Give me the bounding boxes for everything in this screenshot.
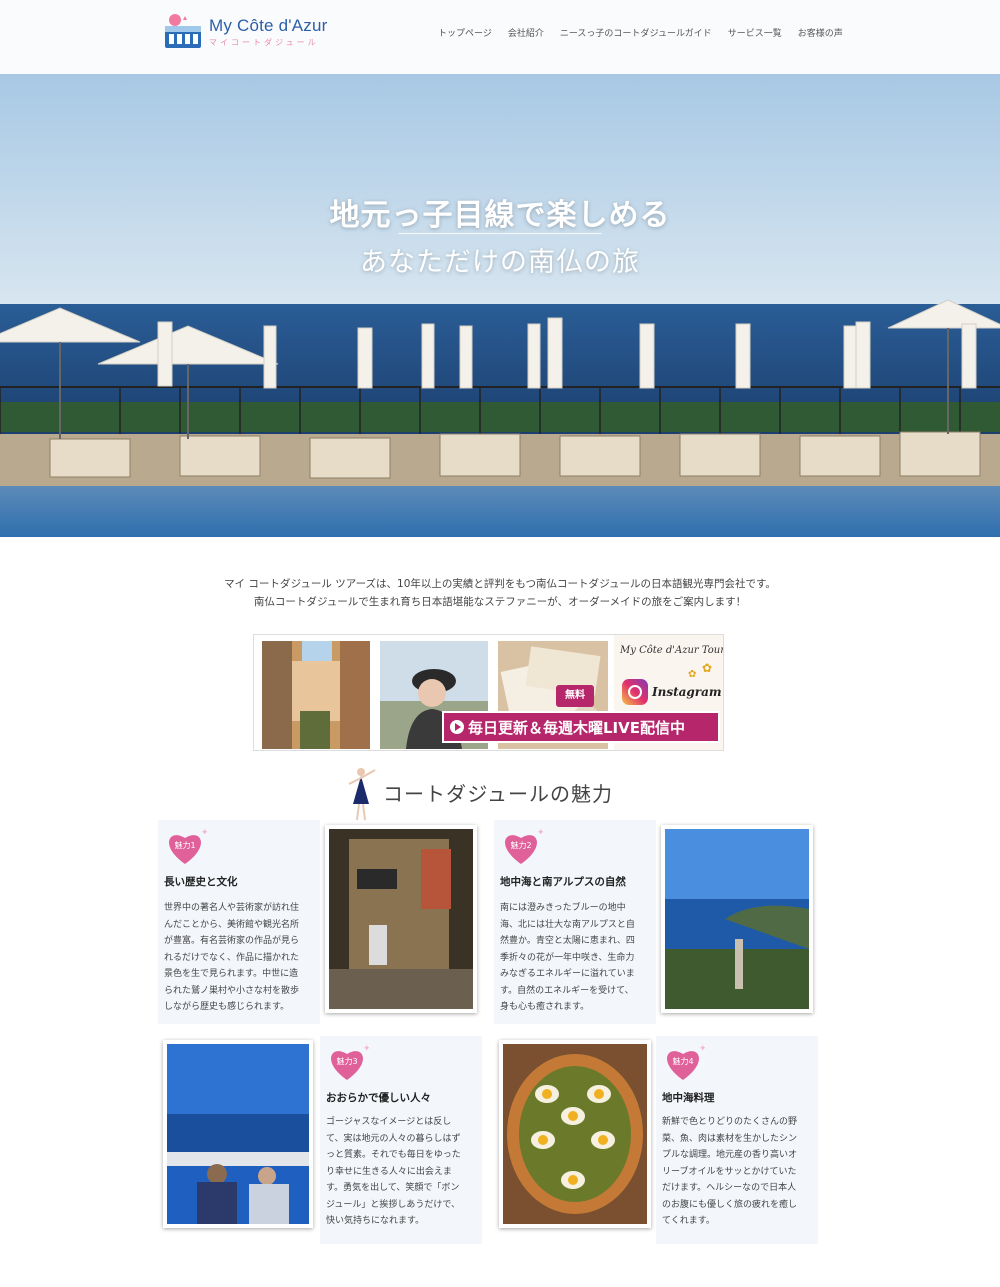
- photo-beach-people: [163, 1040, 313, 1228]
- card-title: 長い歴史と文化: [164, 876, 238, 888]
- free-badge: 無料: [556, 685, 594, 707]
- banner-photo-village: [262, 641, 370, 749]
- feature-card-history: ✦ 魅力1 長い歴史と文化 世界中の著名人や芸術家が訪れ住 んだことから、美術館や…: [158, 820, 320, 1024]
- photo-mediterranean-coast: [661, 825, 813, 1013]
- hero-subtitle: あなただけの南仏の旅: [360, 247, 640, 278]
- card-title: 地中海と南アルプスの自然: [500, 876, 626, 888]
- svg-text:✦: ✦: [201, 828, 207, 838]
- intro-line-1: マイ コートダジュール ツアーズは、10年以上の実績と評判をもつ南仏コートダジュ…: [224, 578, 776, 590]
- main-nav: トップページ 会社紹介 ニースっ子のコートダジュールガイド サービス一覧 お客様…: [438, 26, 843, 39]
- card-title: 地中海料理: [662, 1092, 715, 1104]
- nav-item-top[interactable]: トップページ: [438, 26, 492, 39]
- logo-mark-icon: [163, 12, 203, 52]
- hero-divider: [398, 233, 602, 234]
- play-icon: [450, 720, 464, 734]
- photo-mediterranean-dish: [499, 1040, 651, 1228]
- hero-title: 地元っ子目線で楽しめる: [329, 198, 671, 233]
- card-body: 新鮮で色とりどりのたくさんの野 菜、魚、肉は素材を生かしたシン プルな調理。地元産の…: [662, 1117, 798, 1226]
- intro-line-2: 南仏コートダジュールで生まれ育ち日本語堪能なステファニーが、オーダーメイドの旅を…: [253, 596, 747, 608]
- live-stream-badge: 毎日更新＆毎週木曜LIVE配信中: [442, 711, 720, 743]
- hero-banner: 地元っ子目線で楽しめる あなただけの南仏の旅: [0, 74, 1000, 537]
- logo-title: My Côte d'Azur: [209, 16, 328, 35]
- instagram-icon: [622, 679, 648, 705]
- section-header: コートダジュールの魅力: [343, 764, 663, 824]
- nav-item-services[interactable]: サービス一覧: [728, 26, 782, 39]
- banner-script-title: My Côte d'Azur Tours: [620, 645, 724, 656]
- card-badge-label: 魅力2: [510, 841, 532, 850]
- nav-item-testimonials[interactable]: お客様の声: [798, 26, 843, 39]
- card-body: 世界中の著名人や芸術家が訪れ住 んだことから、美術館や観光名所 が豊富。有名芸術家の…: [164, 903, 300, 1012]
- instagram-banner[interactable]: 無料 My Côte d'Azur Tours ✿ ✿ Instagram 毎日…: [253, 634, 724, 751]
- svg-text:✦: ✦: [537, 828, 543, 838]
- logo-subtitle: マイコートダジュール: [209, 38, 319, 47]
- feature-card-nature: ✦ 魅力2 地中海と南アルプスの自然 南には澄みきったブルーの地中 海、北には壮大…: [494, 820, 656, 1024]
- dancing-girl-icon: [348, 768, 376, 821]
- feature-card-people: ✦ 魅力3 おおらかで優しい人々 ゴージャスなイメージとは反し て、実は地元の人々…: [320, 1036, 482, 1244]
- card-body: ゴージャスなイメージとは反し て、実は地元の人々の暮らしはず っと質素。それでも毎日…: [326, 1117, 461, 1226]
- site-header: My Côte d'Azur マイコートダジュール トップページ 会社紹介 ニー…: [0, 0, 1000, 74]
- nav-item-guide[interactable]: ニースっ子のコートダジュールガイド: [560, 26, 712, 39]
- card-badge-label: 魅力1: [174, 841, 196, 850]
- card-badge-label: 魅力4: [672, 1057, 694, 1066]
- hero-image: [0, 74, 1000, 537]
- card-title: おおらかで優しい人々: [326, 1092, 431, 1104]
- nav-item-company[interactable]: 会社紹介: [508, 26, 544, 39]
- sunflower-icon: ✿: [702, 661, 713, 675]
- card-badge-label: 魅力3: [336, 1057, 358, 1066]
- instagram-label: Instagram: [652, 685, 722, 699]
- live-stream-text: 毎日更新＆毎週木曜LIVE配信中: [468, 718, 685, 737]
- card-body: 南には澄みきったブルーの地中 海、北には壮大な南アルプスと自 然豊か。青空と太陽に恵…: [500, 903, 635, 1012]
- feature-card-cuisine: ✦ 魅力4 地中海料理 新鮮で色とりどりのたくさんの野 菜、魚、肉は素材を生かした…: [656, 1036, 818, 1244]
- svg-text:✦: ✦: [363, 1044, 369, 1054]
- svg-text:✦: ✦: [699, 1044, 705, 1054]
- intro-text: マイ コートダジュール ツアーズは、10年以上の実績と評判をもつ南仏コートダジュ…: [0, 575, 1000, 611]
- photo-medieval-village: [325, 825, 477, 1013]
- section-title: コートダジュールの魅力: [383, 782, 613, 806]
- site-logo[interactable]: My Côte d'Azur マイコートダジュール: [163, 10, 333, 54]
